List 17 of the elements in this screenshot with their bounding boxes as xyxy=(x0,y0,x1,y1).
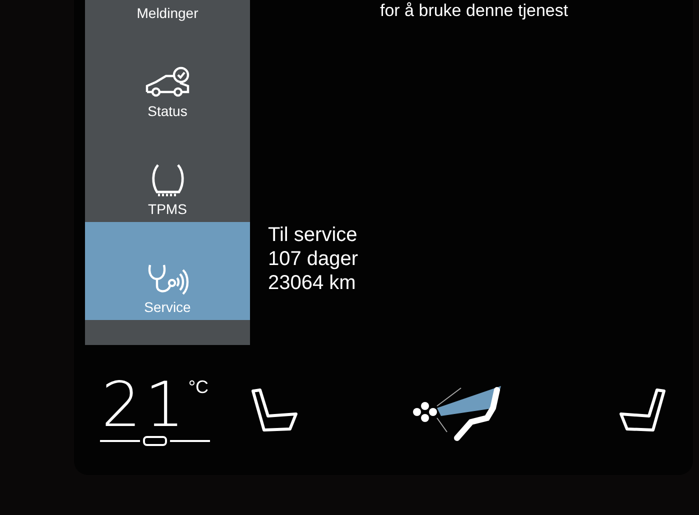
sidebar-label: TPMS xyxy=(148,202,187,216)
header-text: for å bruke denne tjenest xyxy=(380,2,570,19)
sidebar-label: Meldinger xyxy=(136,6,198,20)
sidebar-item[interactable]: TPMS xyxy=(85,124,250,222)
temperature-unit: °C xyxy=(188,378,209,396)
sidebar-item[interactable]: Meldinger xyxy=(85,0,250,26)
service-info-line: Til service xyxy=(268,223,358,247)
temperature-value[interactable]: 21 xyxy=(101,374,188,436)
sidebar-label: Status xyxy=(148,104,188,118)
service-info-line: 23064 km xyxy=(268,271,357,295)
stethoscope-icon xyxy=(146,262,190,296)
sync-link-icon[interactable] xyxy=(100,436,210,446)
sidebar-item[interactable]: Status xyxy=(85,26,250,124)
seat-icon[interactable] xyxy=(617,388,667,432)
seat-icon[interactable] xyxy=(250,388,300,432)
sidebar-label: Service xyxy=(144,300,191,314)
service-info-line: 107 dager xyxy=(268,247,360,271)
